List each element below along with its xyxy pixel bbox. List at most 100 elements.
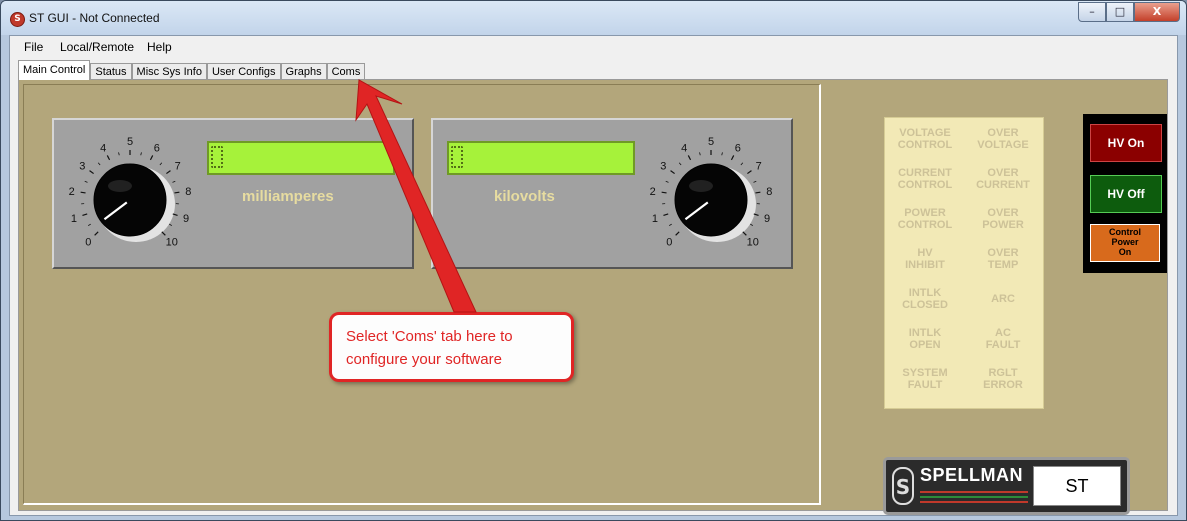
current-dial-tick bbox=[161, 231, 166, 236]
current-dial-label: 5 bbox=[127, 136, 133, 148]
voltage-dial-tick bbox=[747, 170, 752, 175]
current-dial-label: 9 bbox=[183, 213, 189, 225]
menu-bar: File Local/Remote Help bbox=[10, 36, 1177, 58]
voltage-dial-tick bbox=[675, 231, 680, 236]
voltage-dial-label: 4 bbox=[681, 142, 687, 154]
main-control-panel: 012345678910 0 milliamperes 0 kilovolts … bbox=[18, 79, 1168, 515]
tab-status[interactable]: Status bbox=[90, 63, 132, 80]
menu-local-remote[interactable]: Local/Remote bbox=[60, 40, 134, 54]
current-meter: 012345678910 0 milliamperes bbox=[52, 118, 414, 269]
voltage-dial-tick bbox=[755, 191, 761, 194]
current-dial-tick bbox=[89, 170, 94, 175]
title-bar[interactable]: S ST GUI - Not Connected – □ X bbox=[1, 1, 1186, 35]
tab-misc-sys-info[interactable]: Misc Sys Info bbox=[131, 63, 207, 80]
indicator-intlk-open: INTLK OPEN bbox=[908, 327, 942, 351]
voltage-knob[interactable]: 01 2 3 4 5 6 7 8 9 10 bbox=[641, 128, 781, 263]
current-dial-label: 6 bbox=[154, 142, 160, 154]
current-dial-label: 2 bbox=[69, 186, 75, 198]
minimize-button[interactable]: – bbox=[1078, 2, 1106, 22]
indicator-ac-fault: AC FAULT bbox=[985, 327, 1021, 351]
current-dial-label: 7 bbox=[175, 160, 181, 172]
indicator-rglt-error: RGLT ERROR bbox=[983, 367, 1023, 391]
current-dial-label: 0 bbox=[85, 237, 91, 249]
indicator-power-control: POWER CONTROL bbox=[897, 207, 953, 231]
voltage-dial-label: 6 bbox=[735, 142, 741, 154]
brand-name: SPELLMAN bbox=[920, 465, 1023, 485]
voltage-dial-minor-tick bbox=[665, 180, 669, 183]
maximize-button[interactable]: □ bbox=[1106, 2, 1134, 22]
current-dial-minor-tick bbox=[88, 223, 91, 226]
voltage-dial-minor-tick bbox=[750, 223, 753, 226]
voltage-dial-label: 5 bbox=[708, 136, 714, 148]
voltage-knob-highlight bbox=[689, 180, 713, 192]
voltage-dial-tick bbox=[753, 213, 759, 217]
voltage-dial-tick bbox=[687, 155, 692, 161]
voltage-unit-label: kilovolts bbox=[494, 188, 555, 205]
voltage-dial-minor-tick bbox=[753, 180, 757, 183]
hv-off-button[interactable]: HV Off bbox=[1090, 175, 1162, 213]
voltage-dial-tick bbox=[670, 170, 675, 175]
current-dial-minor-tick bbox=[169, 223, 172, 226]
current-dial-tick bbox=[82, 213, 88, 217]
voltage-dial-tick bbox=[742, 231, 747, 236]
voltage-dial-minor-tick bbox=[699, 152, 701, 156]
tab-graphs[interactable]: Graphs bbox=[280, 63, 327, 80]
indicator-over-temp: OVER TEMP bbox=[987, 247, 1019, 271]
menu-help[interactable]: Help bbox=[147, 40, 172, 54]
voltage-dial-minor-tick bbox=[740, 162, 744, 166]
spellman-logo-icon: S bbox=[892, 467, 914, 505]
voltage-dial-label: 2 bbox=[650, 186, 656, 198]
indicator-over-power: OVER POWER bbox=[982, 207, 1024, 231]
indicator-hv-inhibit: HV INHIBIT bbox=[905, 247, 945, 271]
hv-on-button[interactable]: HV On bbox=[1090, 124, 1162, 162]
voltage-dial-label: 1 bbox=[652, 213, 658, 225]
indicator-voltage-control: VOLTAGE CONTROL bbox=[897, 127, 953, 151]
hv-control-box: HV On HV Off Control Power On bbox=[1083, 114, 1167, 273]
app-logo-icon: S bbox=[10, 12, 25, 27]
indicator-current-control: CURRENT CONTROL bbox=[897, 167, 953, 191]
indicator-intlk-closed: INTLK CLOSED bbox=[902, 287, 948, 311]
control-power-on-button[interactable]: Control Power On bbox=[1090, 224, 1160, 262]
menu-file[interactable]: File bbox=[24, 40, 43, 54]
current-dial-minor-tick bbox=[159, 162, 163, 166]
close-button[interactable]: X bbox=[1134, 2, 1180, 22]
current-dial-tick bbox=[149, 155, 154, 161]
indicator-over-voltage: OVER VOLTAGE bbox=[977, 127, 1029, 151]
voltage-display: 0 bbox=[447, 141, 635, 175]
current-knob[interactable]: 01 2 3 4 5 6 7 8 9 10 bbox=[60, 128, 200, 263]
indicator-arc: ARC bbox=[991, 293, 1015, 305]
voltage-dial-label: 0 bbox=[666, 237, 672, 249]
tab-strip: Main Control Status Misc Sys Info User C… bbox=[18, 60, 366, 80]
voltage-dial-tick bbox=[730, 155, 735, 161]
tab-main-control[interactable]: Main Control bbox=[18, 60, 91, 80]
current-dial-tick bbox=[166, 170, 171, 175]
voltage-dial-minor-tick bbox=[721, 152, 723, 156]
current-dial-tick bbox=[94, 231, 99, 236]
voltage-dial-label: 7 bbox=[756, 160, 762, 172]
current-unit-label: milliamperes bbox=[242, 188, 334, 205]
client-area: File Local/Remote Help Main Control Stat… bbox=[9, 35, 1178, 516]
voltage-meter: 0 kilovolts 012345678910 bbox=[431, 118, 793, 269]
voltage-dial-minor-tick bbox=[669, 223, 672, 226]
voltage-dial-label: 9 bbox=[764, 213, 770, 225]
current-dial-tick bbox=[174, 191, 180, 194]
current-dial-label: 3 bbox=[79, 160, 85, 172]
status-indicator-panel: VOLTAGE CONTROL OVER VOLTAGE CURRENT CON… bbox=[884, 117, 1044, 409]
spellman-brand-plate: S SPELLMAN ST bbox=[883, 457, 1130, 515]
voltage-dial-label: 10 bbox=[747, 237, 759, 249]
current-knob-highlight bbox=[108, 180, 132, 192]
current-dial-tick bbox=[172, 213, 178, 217]
voltage-dial-label: 3 bbox=[660, 160, 666, 172]
current-dial-tick bbox=[80, 191, 86, 194]
current-dial-minor-tick bbox=[172, 180, 176, 183]
callout-box: Select 'Coms' tab here to configure your… bbox=[329, 312, 574, 382]
current-knob-body[interactable] bbox=[93, 163, 167, 237]
current-display-digit: 0 bbox=[211, 146, 223, 168]
window-title: ST GUI - Not Connected bbox=[29, 11, 160, 25]
callout-text: Select 'Coms' tab here to configure your… bbox=[346, 328, 513, 368]
voltage-knob-body[interactable] bbox=[674, 163, 748, 237]
voltage-display-digit: 0 bbox=[451, 146, 463, 168]
tab-user-configs[interactable]: User Configs bbox=[206, 63, 281, 80]
current-dial-minor-tick bbox=[140, 152, 142, 156]
tab-coms[interactable]: Coms bbox=[326, 63, 366, 80]
